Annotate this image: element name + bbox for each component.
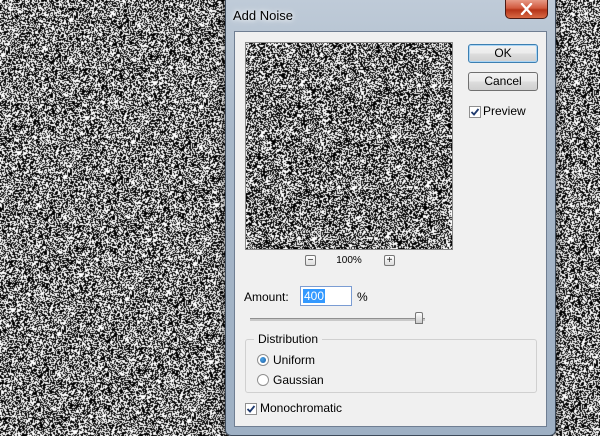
plus-icon: +	[386, 255, 393, 266]
monochromatic-label: Monochromatic	[260, 401, 343, 415]
zoom-level: 100%	[336, 255, 362, 266]
amount-slider-thumb[interactable]	[415, 312, 423, 324]
amount-input[interactable]: 400	[300, 286, 352, 306]
add-noise-dialog: Add Noise − 100% + OK Cancel Preview Amo…	[225, 0, 556, 436]
amount-value: 400	[303, 289, 326, 303]
preview-checkbox[interactable]	[469, 106, 481, 118]
checkmark-icon	[470, 108, 480, 116]
monochromatic-checkbox[interactable]	[245, 403, 257, 415]
gaussian-radio[interactable]	[257, 374, 269, 386]
close-button[interactable]	[505, 0, 548, 19]
distribution-title: Distribution	[254, 332, 323, 346]
gaussian-label: Gaussian	[273, 373, 324, 387]
zoom-in-button[interactable]: +	[384, 255, 395, 266]
title-bar[interactable]: Add Noise	[226, 0, 555, 32]
amount-unit: %	[357, 290, 368, 304]
preview-zoom-controls: − 100% +	[245, 254, 453, 270]
checkmark-icon	[246, 405, 256, 413]
dialog-body: − 100% + OK Cancel Preview Amount: 400 %…	[234, 31, 547, 427]
amount-slider-track[interactable]	[250, 318, 425, 321]
ok-button[interactable]: OK	[468, 44, 538, 63]
uniform-label: Uniform	[273, 353, 316, 367]
amount-label: Amount:	[244, 290, 289, 304]
noise-preview[interactable]	[245, 42, 453, 250]
uniform-radio[interactable]	[257, 354, 269, 366]
distribution-group: Distribution Uniform Gaussian	[245, 332, 537, 393]
cancel-button[interactable]: Cancel	[468, 72, 538, 91]
preview-label: Preview	[483, 104, 526, 118]
dialog-title: Add Noise	[233, 8, 293, 23]
preview-noise-canvas	[246, 43, 452, 249]
close-icon	[520, 3, 533, 15]
